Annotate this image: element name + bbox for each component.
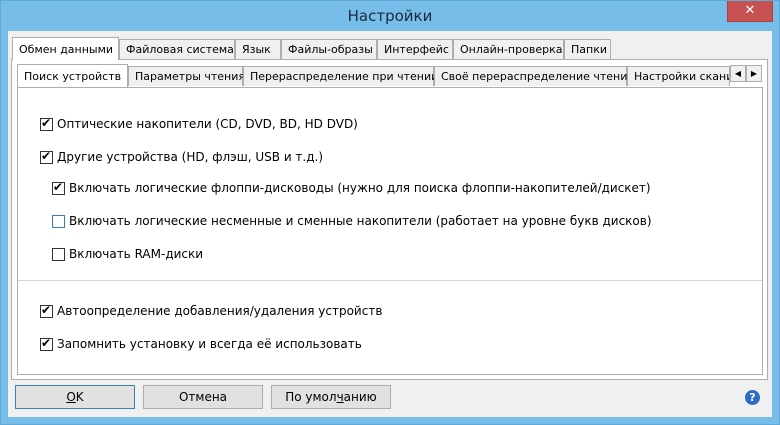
optical-drives-option[interactable]: Оптические накопители (CD, DVD, BD, HD D…	[40, 116, 358, 132]
optical-drives-checkbox[interactable]	[40, 116, 53, 131]
settings-window: Настройки ✕ Обмен данными Файловая систе…	[0, 0, 780, 425]
outer-tab-panel: Поиск устройств Параметры чтения Перерас…	[11, 59, 768, 380]
tab-interface[interactable]: Интерфейс	[377, 39, 453, 59]
options-separator	[18, 280, 762, 281]
defaults-button[interactable]: По умолчанию	[271, 385, 391, 409]
arrow-left-icon: ◀	[734, 69, 742, 78]
tab-language[interactable]: Язык	[235, 39, 281, 59]
close-icon: ✕	[744, 3, 756, 18]
floppy-drives-option[interactable]: Включать логические флоппи-дисководы (ну…	[52, 180, 651, 196]
tab-online-check[interactable]: Онлайн-проверка	[453, 39, 564, 59]
optical-drives-label: Оптические накопители (CD, DVD, BD, HD D…	[57, 117, 358, 131]
tab-device-search[interactable]: Поиск устройств	[17, 64, 128, 87]
autodetect-label: Автоопределение добавления/удаления устр…	[57, 304, 383, 318]
arrow-right-icon: ▶	[750, 69, 758, 78]
tabs-scroll-right-button[interactable]: ▶	[746, 65, 762, 82]
tab-data-exchange[interactable]: Обмен данными	[12, 37, 119, 60]
tab-file-system[interactable]: Файловая система	[119, 39, 235, 59]
autodetect-checkbox[interactable]	[40, 303, 53, 318]
tab-folders[interactable]: Папки	[564, 39, 611, 59]
fixed-removable-label: Включать логические несменные и сменные …	[69, 214, 652, 228]
remember-setting-option[interactable]: Запомнить установку и всегда её использо…	[40, 336, 362, 352]
ram-disks-label: Включать RAM-диски	[69, 247, 204, 261]
remember-setting-checkbox[interactable]	[40, 336, 53, 351]
cancel-button[interactable]: Отмена	[143, 385, 263, 409]
title-bar: Настройки ✕	[1, 1, 779, 31]
help-icon[interactable]: ?	[745, 390, 760, 405]
other-devices-option[interactable]: Другие устройства (HD, флэш, USB и т.д.)	[40, 149, 323, 165]
floppy-drives-label: Включать логические флоппи-дисководы (ну…	[69, 181, 651, 195]
outer-tab-strip: Обмен данными Файловая система Язык Файл…	[8, 37, 772, 61]
device-search-panel: Оптические накопители (CD, DVD, BD, HD D…	[17, 87, 763, 375]
tab-read-params[interactable]: Параметры чтения	[128, 66, 245, 86]
tab-read-reallocation[interactable]: Перераспределение при чтении	[243, 66, 438, 86]
dialog-client-area: Обмен данными Файловая система Язык Файл…	[8, 31, 772, 417]
fixed-removable-checkbox[interactable]	[52, 214, 65, 228]
other-devices-checkbox[interactable]	[40, 149, 53, 164]
ram-disks-checkbox[interactable]	[52, 247, 65, 261]
tab-custom-reallocation[interactable]: Своё перераспределение чтения	[434, 66, 634, 86]
autodetect-option[interactable]: Автоопределение добавления/удаления устр…	[40, 303, 382, 319]
ok-button[interactable]: OK	[15, 385, 135, 409]
ram-disks-option[interactable]: Включать RAM-диски	[52, 246, 203, 262]
close-button[interactable]: ✕	[727, 1, 773, 22]
fixed-removable-option[interactable]: Включать логические несменные и сменные …	[52, 213, 652, 229]
other-devices-label: Другие устройства (HD, флэш, USB и т.д.)	[57, 150, 324, 164]
tab-image-files[interactable]: Файлы-образы	[281, 39, 377, 59]
remember-setting-label: Запомнить установку и всегда её использо…	[57, 337, 362, 351]
inner-tab-strip: Поиск устройств Параметры чтения Перерас…	[12, 64, 769, 88]
window-title: Настройки	[347, 7, 433, 25]
tabs-scroll-left-button[interactable]: ◀	[730, 65, 746, 82]
floppy-drives-checkbox[interactable]	[52, 180, 65, 195]
tab-scan-settings[interactable]: Настройки скани	[627, 66, 730, 86]
